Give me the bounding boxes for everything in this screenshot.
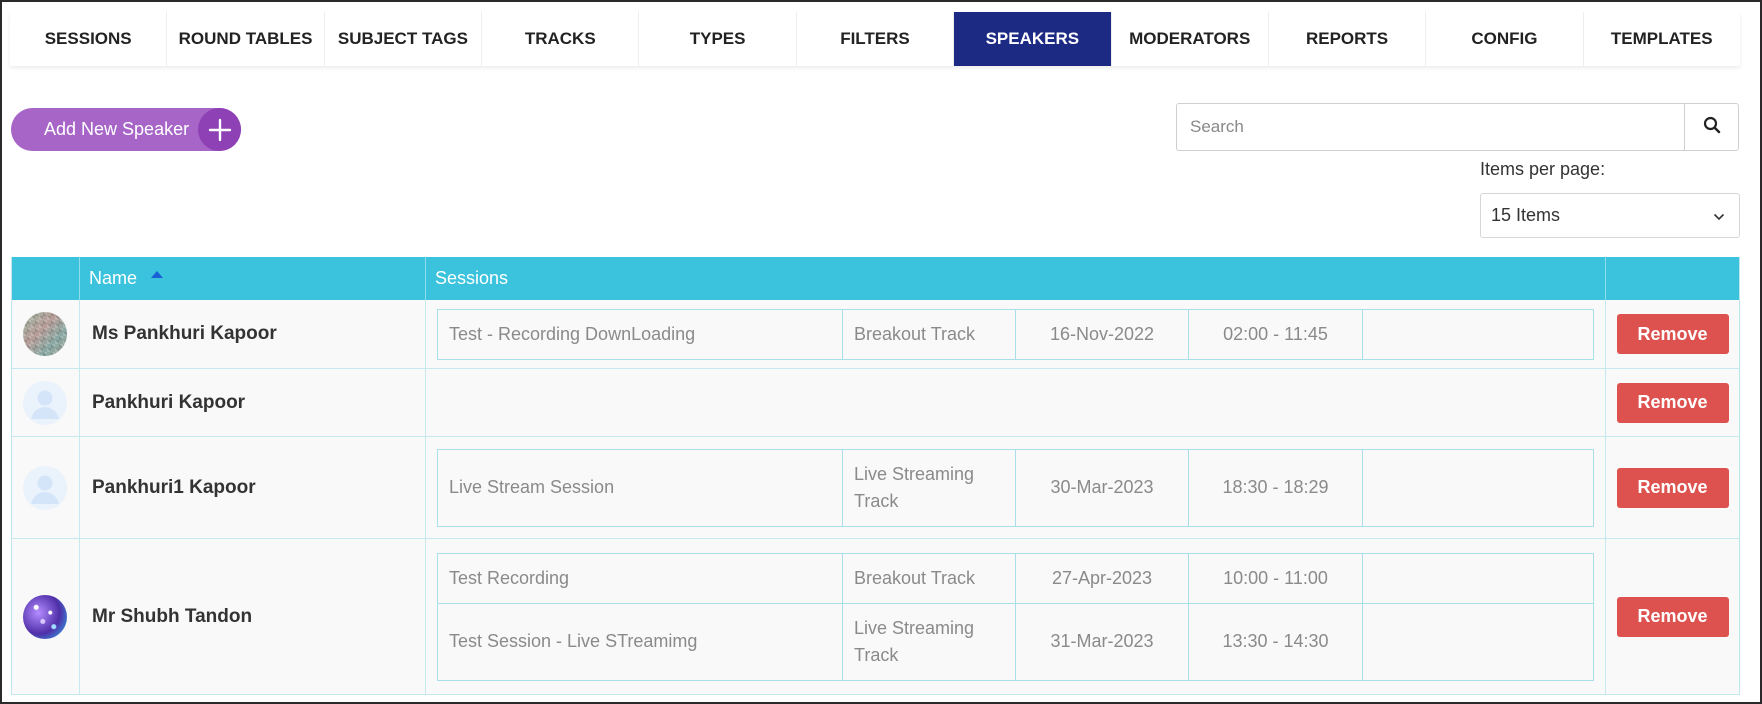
sessions-list: Live Stream Session Live Streaming Track…	[437, 448, 1594, 527]
tab-types[interactable]: TYPES	[639, 12, 797, 66]
header-name-label: Name	[89, 268, 138, 288]
session-time: 13:30 - 14:30	[1189, 603, 1363, 680]
tab-sessions[interactable]: SESSIONS	[10, 12, 168, 66]
add-new-speaker-label: Add New Speaker	[44, 119, 190, 139]
sessions-list: Test - Recording DownLoading Breakout Tr…	[437, 308, 1594, 360]
chevron-down-icon	[1713, 205, 1725, 226]
items-per-page-value: 15 Items	[1491, 205, 1561, 225]
speaker-name: Pankhuri1 Kapoor	[80, 437, 426, 538]
avatar	[23, 312, 67, 356]
sessions-cell: Live Stream Session Live Streaming Track…	[426, 437, 1606, 538]
session-track: Breakout Track	[843, 309, 1016, 359]
actions-cell: Remove	[1606, 369, 1739, 436]
avatar-cell	[12, 437, 80, 538]
avatar-cell	[12, 300, 80, 368]
session-title: Test - Recording DownLoading	[438, 309, 843, 359]
remove-button[interactable]: Remove	[1616, 596, 1729, 637]
table-header: Name Sessions	[12, 257, 1739, 300]
session-row: Test - Recording DownLoading Breakout Tr…	[438, 309, 1593, 359]
avatar-cell	[12, 369, 80, 436]
session-track: Live Streaming Track	[843, 449, 1016, 526]
search-box	[1176, 103, 1739, 151]
sessions-cell: Test - Recording DownLoading Breakout Tr…	[426, 300, 1606, 368]
speakers-table: Name Sessions Ms Pankhuri Kapoor Test - …	[11, 257, 1740, 695]
session-date: 31-Mar-2023	[1016, 603, 1189, 680]
table-row: Pankhuri1 Kapoor Live Stream Session Liv…	[12, 437, 1739, 539]
default-user-icon	[23, 465, 67, 510]
session-title: Live Stream Session	[438, 449, 843, 526]
session-track: Live Streaming Track	[843, 603, 1016, 680]
tab-tracks[interactable]: TRACKS	[482, 12, 640, 66]
items-per-page-select[interactable]: 15 Items	[1480, 193, 1740, 238]
header-sessions-label: Sessions	[435, 268, 509, 288]
session-row: Test Recording Breakout Track 27-Apr-202…	[438, 553, 1593, 603]
plus-icon	[198, 108, 241, 151]
remove-button[interactable]: Remove	[1616, 382, 1729, 423]
session-title: Test Recording	[438, 553, 843, 603]
session-extra-cell	[1363, 450, 1593, 526]
sort-ascending-icon	[151, 271, 164, 278]
header-actions-cell	[1606, 257, 1739, 300]
session-track: Breakout Track	[843, 553, 1016, 603]
tab-filters[interactable]: FILTERS	[797, 12, 955, 66]
admin-tab-bar: SESSIONS ROUND TABLES SUBJECT TAGS TRACK…	[10, 12, 1740, 66]
add-new-speaker-button[interactable]: Add New Speaker	[11, 108, 241, 151]
actions-cell: Remove	[1606, 437, 1739, 538]
session-extra-cell	[1363, 554, 1593, 603]
table-row: Mr Shubh Tandon Test Recording Breakout …	[12, 539, 1739, 695]
session-time: 18:30 - 18:29	[1189, 449, 1363, 526]
sessions-cell: Test Recording Breakout Track 27-Apr-202…	[426, 539, 1606, 694]
speaker-name: Ms Pankhuri Kapoor	[80, 300, 426, 368]
session-date: 30-Mar-2023	[1016, 449, 1189, 526]
sessions-list: Test Recording Breakout Track 27-Apr-202…	[437, 552, 1594, 681]
table-row: Pankhuri Kapoor Remove	[12, 369, 1739, 437]
header-sessions: Sessions	[426, 257, 1606, 300]
items-per-page-label: Items per page:	[1480, 159, 1606, 179]
session-extra-cell	[1363, 604, 1593, 680]
tab-round-tables[interactable]: ROUND TABLES	[167, 12, 325, 66]
session-extra-cell	[1363, 310, 1593, 359]
search-button[interactable]	[1684, 104, 1738, 150]
tab-templates[interactable]: TEMPLATES	[1584, 12, 1740, 66]
session-row: Test Session - Live STreamimg Live Strea…	[438, 602, 1593, 680]
sessions-cell	[426, 369, 1606, 436]
header-avatar-cell	[12, 257, 80, 300]
actions-cell: Remove	[1606, 300, 1739, 368]
session-date: 16-Nov-2022	[1016, 309, 1189, 359]
tab-moderators[interactable]: MODERATORS	[1112, 12, 1269, 66]
session-date: 27-Apr-2023	[1016, 553, 1189, 603]
speaker-name: Pankhuri Kapoor	[80, 369, 426, 436]
tab-speakers[interactable]: SPEAKERS	[954, 12, 1112, 66]
speaker-name: Mr Shubh Tandon	[80, 539, 426, 694]
search-icon	[1703, 116, 1721, 139]
session-title: Test Session - Live STreamimg	[438, 603, 843, 680]
default-user-icon	[23, 380, 67, 425]
header-name[interactable]: Name	[80, 257, 426, 300]
remove-button[interactable]: Remove	[1616, 467, 1729, 508]
table-row: Ms Pankhuri Kapoor Test - Recording Down…	[12, 300, 1739, 369]
tab-config[interactable]: CONFIG	[1426, 12, 1584, 66]
avatar	[23, 594, 67, 639]
tab-reports[interactable]: REPORTS	[1269, 12, 1427, 66]
tab-subject-tags[interactable]: SUBJECT TAGS	[325, 12, 483, 66]
session-time: 10:00 - 11:00	[1189, 553, 1363, 603]
session-row: Live Stream Session Live Streaming Track…	[438, 449, 1593, 526]
remove-button[interactable]: Remove	[1616, 314, 1729, 354]
search-input[interactable]	[1177, 104, 1684, 150]
session-time: 02:00 - 11:45	[1189, 309, 1363, 359]
avatar-cell	[12, 539, 80, 694]
actions-cell: Remove	[1606, 539, 1739, 694]
